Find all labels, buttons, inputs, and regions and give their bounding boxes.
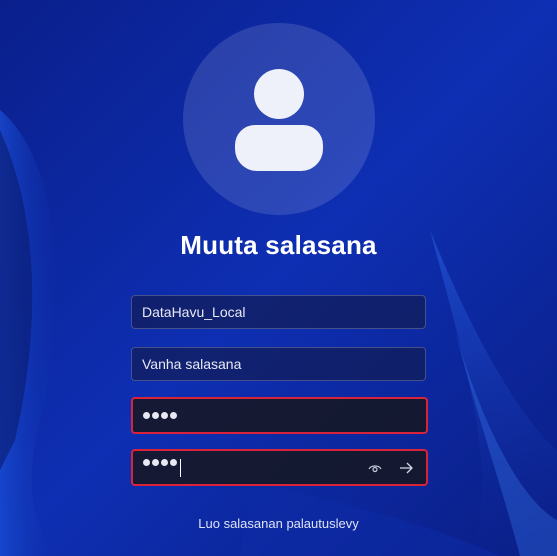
confirm-password-field[interactable] [131,449,428,486]
eye-icon[interactable] [368,461,382,475]
old-password-field[interactable]: Vanha salasana [131,347,426,381]
password-dot [152,458,159,466]
old-password-placeholder: Vanha salasana [142,356,242,372]
password-dot [170,412,177,419]
avatar-body [235,125,323,171]
password-dot [170,458,177,466]
user-avatar [183,23,375,215]
password-dot [152,412,159,419]
password-dot [161,412,168,419]
new-password-mask [143,412,177,419]
text-caret [180,458,181,477]
new-password-field[interactable] [131,397,428,434]
username-value: DataHavu_Local [142,304,246,320]
confirm-password-mask [143,458,181,477]
create-reset-disk-link[interactable]: Luo salasanan palautuslevy [0,516,557,531]
password-dot [161,458,168,466]
arrow-right-icon[interactable] [398,460,414,476]
username-field[interactable]: DataHavu_Local [131,295,426,329]
password-dot [143,458,150,466]
avatar-head [254,69,304,119]
password-dot [143,412,150,419]
page-title: Muuta salasana [180,230,377,260]
